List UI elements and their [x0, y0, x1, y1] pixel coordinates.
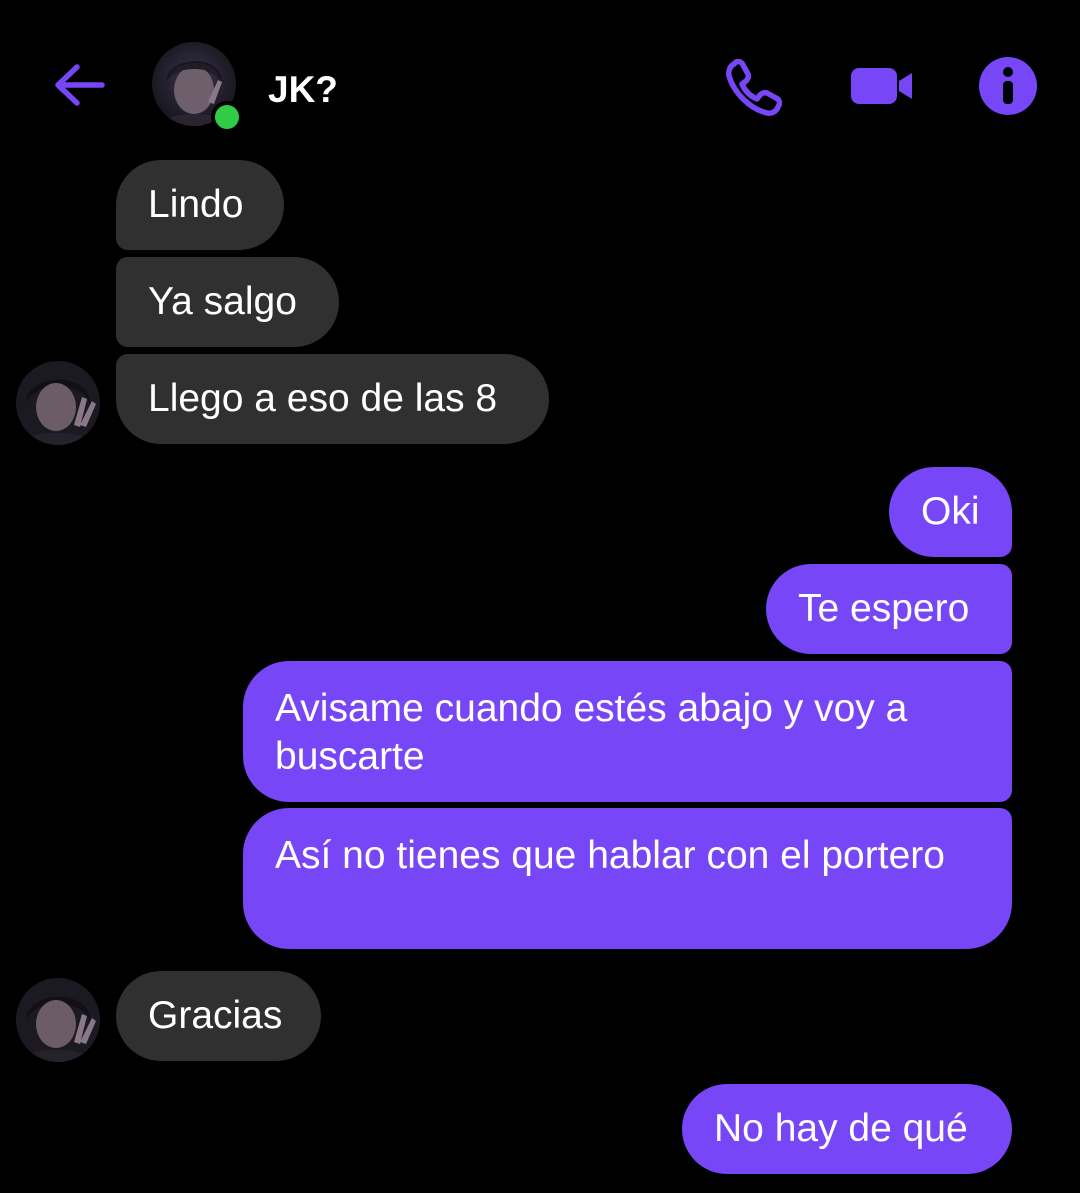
- message-bubble-outgoing[interactable]: Así no tienes que hablar con el portero: [243, 808, 1012, 949]
- message-text: Oki: [921, 490, 980, 533]
- conversation-header: JK?: [0, 0, 1080, 165]
- video-call-button[interactable]: [850, 54, 914, 118]
- message-bubble-incoming[interactable]: Lindo: [116, 160, 284, 250]
- info-icon: [979, 57, 1037, 115]
- message-text: Gracias: [148, 994, 283, 1037]
- message-text: Te espero: [798, 587, 970, 630]
- message-bubble-outgoing[interactable]: Oki: [889, 467, 1012, 557]
- message-bubble-outgoing[interactable]: Avisame cuando estés abajo y voy a busca…: [243, 661, 1012, 802]
- message-bubble-incoming[interactable]: Gracias: [116, 971, 321, 1061]
- back-button[interactable]: [50, 56, 108, 114]
- phone-icon: [726, 58, 783, 116]
- message-bubble-outgoing[interactable]: No hay de qué: [682, 1084, 1012, 1174]
- sender-avatar[interactable]: [16, 361, 100, 445]
- video-camera-icon: [851, 68, 912, 104]
- message-text: No hay de qué: [714, 1107, 968, 1150]
- message-text: Avisame cuando estés abajo y voy a busca…: [275, 687, 908, 778]
- arrow-left-icon: [55, 64, 105, 106]
- online-status-indicator: [211, 101, 243, 133]
- message-text: Así no tienes que hablar con el portero: [275, 834, 945, 877]
- conversation-info-button[interactable]: [976, 54, 1040, 118]
- message-bubble-outgoing[interactable]: Te espero: [766, 564, 1012, 654]
- phone-call-button[interactable]: [720, 54, 784, 118]
- message-text: Lindo: [148, 183, 244, 226]
- contact-name[interactable]: JK?: [268, 68, 338, 112]
- sender-avatar[interactable]: [16, 978, 100, 1062]
- message-bubble-incoming[interactable]: Llego a eso de las 8: [116, 354, 549, 444]
- contact-avatar[interactable]: [152, 42, 243, 133]
- message-bubble-incoming[interactable]: Ya salgo: [116, 257, 339, 347]
- message-text: Ya salgo: [148, 280, 297, 323]
- message-text: Llego a eso de las 8: [148, 377, 498, 420]
